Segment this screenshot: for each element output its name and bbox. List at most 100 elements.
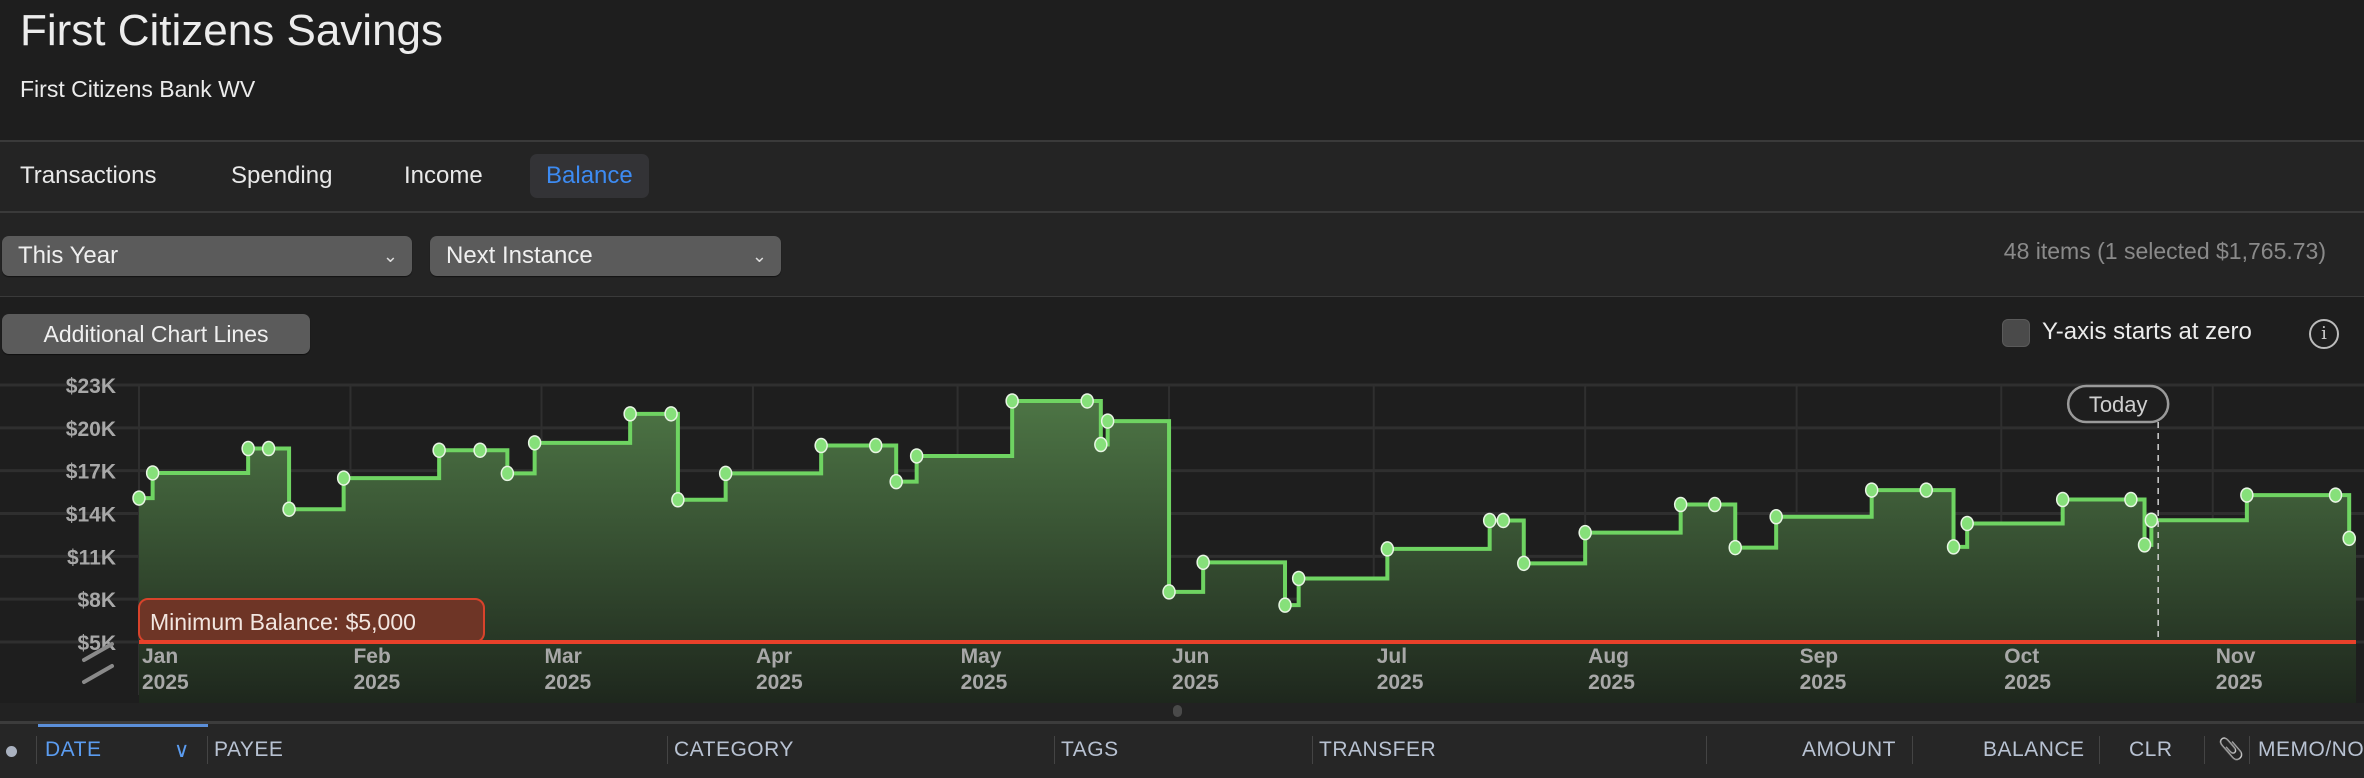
balance-point	[1162, 584, 1176, 600]
x-tick-month: Sep	[1800, 645, 1839, 668]
x-tick-month: May	[961, 645, 1002, 668]
tab-balance[interactable]: Balance	[530, 154, 649, 198]
balance-point	[1864, 482, 1879, 498]
balance-point	[1708, 496, 1722, 513]
today-label: Today	[2089, 392, 2148, 417]
x-tick-month: Mar	[544, 645, 581, 668]
balance-point	[1728, 539, 1742, 556]
balance-point	[282, 501, 296, 517]
balance-point	[2144, 512, 2159, 528]
balance-point	[145, 465, 160, 481]
balance-point	[1578, 524, 1592, 541]
balance-point	[2055, 491, 2070, 508]
column-clr[interactable]: CLR	[2129, 738, 2173, 762]
chevron-down-icon: ⌄	[751, 246, 767, 266]
y-tick-label: $20K	[66, 418, 116, 441]
balance-point	[1380, 541, 1395, 557]
x-tick-month: Aug	[1588, 645, 1629, 668]
y-tick-label: $8K	[77, 589, 116, 612]
item-count-status: 48 items (1 selected $1,765.73)	[2003, 238, 2326, 264]
status-dot-icon	[6, 746, 17, 757]
divider	[0, 296, 2364, 297]
balance-point	[432, 442, 446, 458]
column-amount[interactable]: AMOUNT	[1802, 738, 1896, 762]
balance-point	[1100, 413, 1115, 429]
balance-point	[1291, 570, 1306, 587]
balance-point	[664, 406, 678, 422]
column-date[interactable]: DATE	[45, 738, 101, 762]
balance-point	[1517, 555, 1531, 572]
column-balance[interactable]: BALANCE	[1983, 738, 2085, 762]
balance-point	[2137, 537, 2152, 553]
column-transfer[interactable]: TRANSFER	[1319, 738, 1436, 762]
balance-point	[2328, 487, 2343, 503]
balance-point	[868, 437, 883, 454]
y-axis-zero-label[interactable]: Y-axis starts at zero	[2042, 318, 2252, 346]
tab-spending[interactable]: Spending	[215, 154, 348, 198]
sort-chevron-icon[interactable]: ∨	[174, 738, 190, 763]
sort-underline	[38, 724, 208, 727]
tab-bar: Transactions Spending Income Balance	[0, 142, 2364, 212]
column-tags[interactable]: TAGS	[1061, 738, 1119, 762]
balance-point	[473, 442, 487, 458]
balance-point	[241, 440, 255, 457]
balance-point	[336, 470, 351, 486]
x-tick-year: 2025	[2004, 671, 2051, 694]
chart-scrollbar[interactable]	[0, 703, 2364, 722]
tab-transactions[interactable]: Transactions	[4, 154, 173, 198]
balance-point	[1005, 393, 1019, 409]
balance-point	[1196, 554, 1210, 571]
x-tick-year: 2025	[2216, 671, 2263, 694]
x-tick-month: Feb	[353, 645, 390, 668]
balance-point	[1094, 436, 1108, 453]
balance-point	[814, 437, 828, 454]
balance-chart: $23K$20K$17K$14K$11K$8K$5KJan2025Feb2025…	[0, 375, 2364, 703]
period-value: This Year	[18, 242, 119, 269]
balance-point	[889, 473, 903, 490]
x-tick-month: Jul	[1377, 645, 1407, 668]
additional-chart-lines-button[interactable]: Additional Chart Lines	[2, 314, 310, 354]
balance-point	[527, 435, 542, 451]
balance-point	[671, 492, 685, 508]
balance-point	[2240, 487, 2254, 503]
x-tick-month: Oct	[2004, 645, 2039, 668]
balance-point	[1496, 512, 1511, 529]
x-tick-year: 2025	[353, 671, 400, 694]
recurring-select[interactable]: Next Instance ⌄	[430, 236, 781, 276]
attachment-icon[interactable]: 📎	[2218, 738, 2245, 762]
column-payee[interactable]: PAYEE	[214, 738, 283, 762]
period-select[interactable]: This Year ⌄	[2, 236, 412, 276]
tab-income[interactable]: Income	[388, 154, 499, 198]
x-tick-year: 2025	[756, 671, 803, 694]
balance-point	[2124, 491, 2138, 508]
x-tick-year: 2025	[1377, 671, 1424, 694]
balance-point	[1080, 393, 1094, 409]
balance-point	[261, 440, 276, 457]
balance-point	[1919, 482, 1933, 498]
table-header: DATE ∨ PAYEE CATEGORY TAGS TRANSFER AMOU…	[0, 724, 2364, 778]
y-tick-label: $14K	[66, 504, 116, 527]
recurring-value: Next Instance	[446, 242, 593, 269]
balance-point	[623, 406, 637, 422]
column-memo[interactable]: MEMO/NO	[2258, 738, 2364, 762]
y-axis-zero-checkbox[interactable]	[2002, 319, 2030, 347]
column-category[interactable]: CATEGORY	[674, 738, 794, 762]
x-tick-year: 2025	[544, 671, 591, 694]
balance-point	[1278, 597, 1292, 613]
x-tick-month: Jan	[142, 645, 178, 668]
x-tick-year: 2025	[142, 671, 189, 694]
balance-point	[1482, 512, 1497, 529]
balance-point	[1769, 509, 1783, 525]
balance-point	[1946, 539, 1961, 555]
balance-point	[718, 465, 733, 482]
balance-point	[132, 490, 146, 506]
y-tick-label: $11K	[67, 546, 116, 569]
balance-point	[1960, 515, 1974, 532]
info-icon[interactable]: i	[2309, 319, 2339, 349]
y-tick-label: $17K	[66, 461, 116, 484]
x-tick-year: 2025	[961, 671, 1008, 694]
scroll-handle[interactable]	[1173, 705, 1182, 717]
x-tick-year: 2025	[1172, 671, 1219, 694]
balance-point	[909, 448, 924, 464]
x-tick-year: 2025	[1800, 671, 1847, 694]
